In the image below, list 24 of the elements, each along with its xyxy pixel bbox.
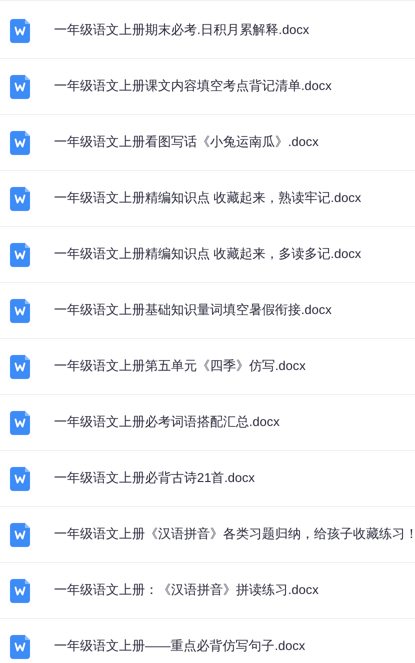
file-name[interactable]: 一年级语文上册必背古诗21首.docx — [54, 470, 255, 487]
document-icon — [10, 298, 30, 322]
file-name[interactable]: 一年级语文上册必考词语搭配汇总.docx — [54, 414, 280, 431]
document-icon — [10, 354, 30, 378]
file-name[interactable]: 一年级语文上册看图写话《小兔运南瓜》.docx — [54, 134, 319, 151]
document-icon — [10, 130, 30, 154]
file-name[interactable]: 一年级语文上册第五单元《四季》仿写.docx — [54, 358, 306, 375]
document-icon — [10, 18, 30, 42]
file-name[interactable]: 一年级语文上册期末必考.日积月累解释.docx — [54, 22, 310, 39]
file-name[interactable]: 一年级语文上册精编知识点 收藏起来，多读多记.docx — [54, 246, 362, 263]
document-icon — [10, 410, 30, 434]
document-icon — [10, 466, 30, 490]
document-icon — [10, 578, 30, 602]
file-name[interactable]: 一年级语文上册基础知识量词填空暑假衔接.docx — [54, 302, 332, 319]
file-name[interactable]: 一年级语文上册课文内容填空考点背记清单.docx — [54, 78, 332, 95]
document-icon — [10, 242, 30, 266]
document-icon — [10, 74, 30, 98]
document-icon — [10, 634, 30, 658]
file-name[interactable]: 一年级语文上册精编知识点 收藏起来，熟读牢记.docx — [54, 190, 362, 207]
file-name[interactable]: 一年级语文上册《汉语拼音》各类习题归纳，给孩子收藏练习！ — [54, 526, 415, 543]
file-name[interactable]: 一年级语文上册——重点必背仿写句子.docx — [54, 638, 306, 655]
file-name[interactable]: 一年级语文上册：《汉语拼音》拼读练习.docx — [54, 582, 319, 599]
document-icon — [10, 186, 30, 210]
document-icon — [10, 522, 30, 546]
